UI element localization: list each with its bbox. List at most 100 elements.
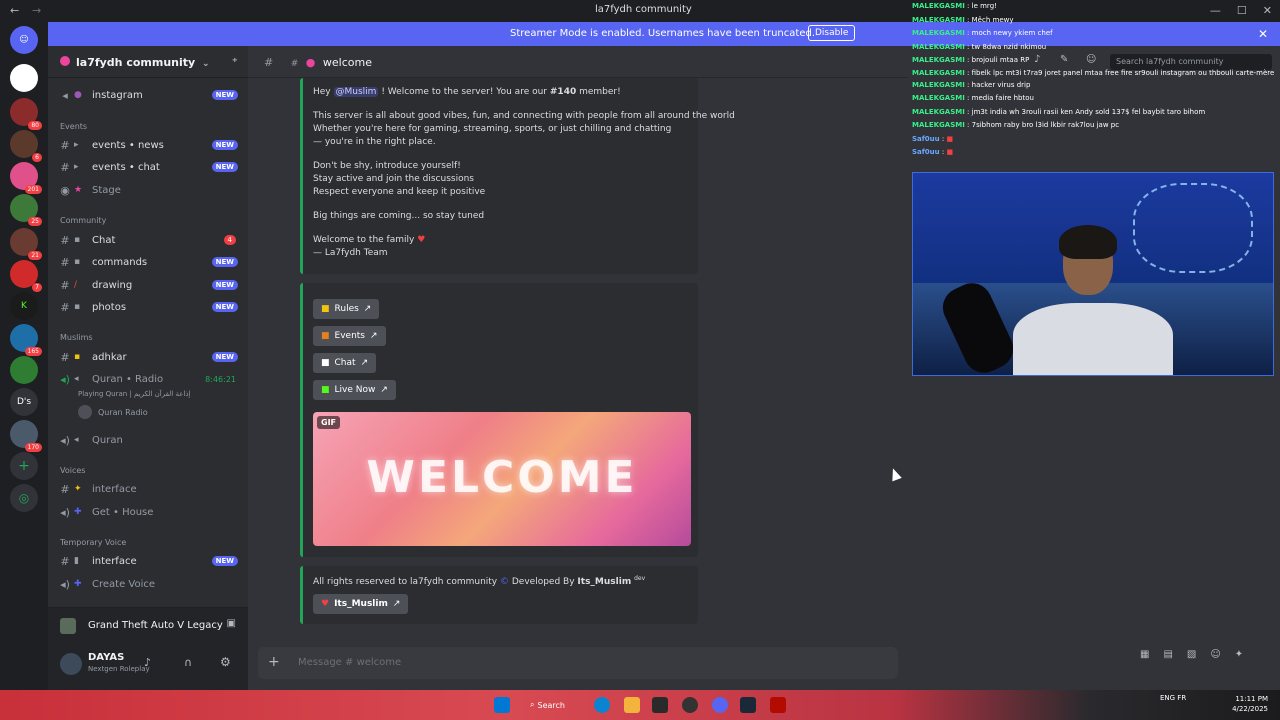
links-embed: ■ Rules ↗ ■ Events ↗ ■ Chat ↗ ■ Live Now ↗ GIF W… (300, 283, 698, 557)
events-link-button[interactable]: ■ Events ↗ (313, 326, 386, 346)
chat-text: jm3t india wh 3rouli rasii ken Andy sold… (971, 107, 1206, 116)
channel-label: interface (92, 483, 137, 495)
voice-channel-create-voice[interactable]: ◂) ✚ Create Voice (56, 574, 244, 594)
channel-interface-voice[interactable]: # ✦ interface (56, 479, 244, 499)
gif-picker-icon[interactable]: ▤ (1163, 649, 1172, 673)
channel-events-chat[interactable]: # ▸ events • chat NEW (56, 157, 244, 177)
chat-link-button[interactable]: ■ Chat ↗ (313, 353, 377, 373)
file-explorer-icon[interactable] (624, 697, 640, 713)
obs-icon[interactable] (682, 697, 698, 713)
channel-interface-temp[interactable]: # ▮ interface NEW (56, 551, 244, 571)
gift-icon[interactable]: ▦ (1140, 649, 1149, 673)
server-icon[interactable]: 21 (10, 228, 42, 260)
add-server-icon[interactable]: + (10, 452, 38, 480)
server-icon[interactable]: 7 (10, 260, 42, 292)
person-hair (1059, 225, 1117, 259)
external-link-icon: ↗ (360, 358, 369, 368)
gif-tag: GIF (317, 416, 341, 429)
emoji-picker-icon[interactable]: ☺ (1210, 649, 1220, 673)
channel-label: drawing (92, 279, 133, 291)
invite-user-icon[interactable]: ⁺ (232, 55, 238, 69)
avatar[interactable] (60, 653, 82, 675)
rules-link-button[interactable]: ■ Rules ↗ (313, 299, 380, 319)
emoji-icon: ▪ (74, 352, 81, 362)
server-icon[interactable] (10, 356, 38, 384)
voice-member-quran-radio[interactable]: Quran Radio (56, 402, 244, 422)
windows-start-icon[interactable] (494, 697, 510, 713)
server-icon[interactable] (10, 64, 38, 92)
server-icon-ds[interactable]: D's (10, 388, 38, 416)
chat-user: MALEKGASMI (912, 121, 965, 129)
message-composer[interactable]: + Message # welcome (258, 647, 898, 679)
channel-commands[interactable]: # ▪ commands NEW (56, 252, 244, 272)
category-muslims[interactable]: Muslims (56, 327, 244, 347)
server-icon[interactable]: 201 (10, 162, 42, 194)
microphone-icon[interactable]: ♪ (144, 656, 151, 669)
explore-icon[interactable]: ◎ (10, 484, 38, 512)
server-icon[interactable]: 25 (10, 194, 42, 226)
acrobat-icon[interactable] (770, 697, 786, 713)
disable-button[interactable]: Disable (808, 25, 856, 41)
voice-channel-quran[interactable]: ◂) ◂ Quran (56, 430, 244, 450)
channel-instagram[interactable]: ◂ ● instagram NEW (56, 85, 244, 105)
channel-events-news[interactable]: # ▸ events • news NEW (56, 135, 244, 155)
mention-count-badge: 4 (223, 235, 236, 245)
chat-text: fibelk lpc mt3i t7ra9 joret panel mtaa f… (971, 68, 1275, 77)
share-screen-icon[interactable]: ▣ (227, 618, 236, 629)
chat-line: MALEKGASMI : tw 8dwa nzid nkimou (912, 42, 1047, 51)
about-line-2: Whether you're here for gaming, streamin… (313, 124, 672, 134)
language-indicator[interactable]: ENG FR (1160, 694, 1190, 702)
link-label: Its_Muslim (334, 599, 388, 609)
category-label: Muslims (60, 332, 93, 342)
back-arrow-icon[interactable]: ← (10, 4, 19, 17)
store-icon[interactable] (652, 697, 668, 713)
add-attachment-icon[interactable]: + (268, 654, 280, 670)
channel-drawing[interactable]: # / drawing NEW (56, 275, 244, 295)
server-header[interactable]: la7fydh community ⌄ ⁺ (48, 46, 248, 78)
apps-icon[interactable]: ✦ (1235, 649, 1243, 673)
user-mention[interactable]: @Muslim (333, 87, 379, 97)
edge-icon[interactable] (594, 697, 610, 713)
server-icon[interactable]: 80 (10, 98, 42, 130)
category-events[interactable]: Events (56, 116, 244, 136)
new-badge: NEW (211, 302, 238, 312)
chat-line: MALEKGASMI : brojouli mtaa RP (912, 56, 1030, 64)
forward-arrow-icon[interactable]: → (32, 4, 41, 17)
server-icon[interactable]: 170 (10, 420, 42, 452)
chat-user: MALEKGASMI (912, 29, 965, 37)
message-input[interactable]: Message # welcome (298, 657, 401, 668)
server-icon[interactable]: 165 (10, 324, 42, 356)
welcome-gif[interactable]: GIF WELCOME (313, 412, 691, 546)
discord-icon[interactable] (712, 697, 728, 713)
steam-icon[interactable] (740, 697, 756, 713)
channel-label: Stage (92, 184, 121, 196)
window-title: la7fydh community (595, 4, 692, 15)
category-label: Temporary Voice (60, 537, 127, 547)
category-temporary-voice[interactable]: Temporary Voice (56, 532, 244, 552)
voice-channel-get-house[interactable]: ◂) ✚ Get • House (56, 502, 244, 522)
webcam-overlay (912, 172, 1274, 376)
server-icon[interactable]: 6 (10, 130, 42, 162)
chat-text: le mrg! (971, 2, 997, 10)
username: DAYAS (88, 652, 125, 663)
gear-icon[interactable]: ⚙ (220, 655, 231, 669)
channel-photos[interactable]: # ▪ photos NEW (56, 297, 244, 317)
channel-stage[interactable]: ◉ ★ Stage (56, 180, 244, 200)
calendar-icon: ■ (321, 331, 330, 341)
plus-icon: ✚ (74, 579, 82, 589)
instagram-icon: ● (74, 90, 82, 100)
developer-link-button[interactable]: ♥ Its_Muslim ↗ (313, 594, 409, 614)
discord-home-icon[interactable]: ☺ (10, 26, 38, 54)
live-now-link-button[interactable]: ■ Live Now ↗ (313, 380, 396, 400)
activity-panel[interactable]: Grand Theft Auto V Legacy ▣ (48, 607, 248, 643)
kick-server-icon[interactable]: K (10, 292, 38, 320)
channel-chat[interactable]: # ▪ Chat 4 (56, 230, 244, 250)
category-community[interactable]: Community (56, 210, 244, 230)
chat-line: MALEKGASMI : 7sibhom raby bro l3id lkbir… (912, 121, 1120, 129)
channel-adhkar[interactable]: # ▪ adhkar NEW (56, 347, 244, 367)
sticker-icon[interactable]: ▧ (1187, 649, 1196, 673)
taskbar-search[interactable]: ⌕ Search (530, 696, 578, 714)
clock[interactable]: 11:11 PM 4/22/2025 (1232, 694, 1268, 714)
headphones-icon[interactable]: ∩ (184, 656, 192, 669)
category-voices[interactable]: Voices (56, 460, 244, 480)
